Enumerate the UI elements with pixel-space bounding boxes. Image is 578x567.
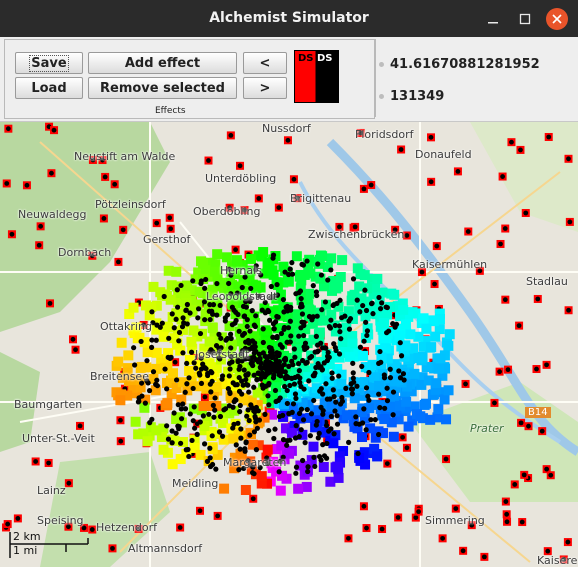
place-label-lainz: Lainz — [37, 484, 66, 497]
previous-label: < — [259, 55, 271, 71]
save-button[interactable]: Save — [15, 52, 83, 74]
effect-item-draw-shapes[interactable]: DS DS — [294, 50, 339, 103]
place-label-zwischenbruecken: Zwischenbrücken — [308, 228, 405, 241]
step-readout: 131349 — [376, 88, 576, 108]
app-window: Alchemist Simulator Save Load Add effect… — [0, 0, 578, 567]
toolbar: Save Load Add effect Remove selected < >… — [0, 37, 578, 122]
map-canvas[interactable] — [0, 122, 578, 567]
place-label-unter-st-veit: Unter-St.-Veit — [22, 432, 95, 445]
save-button-label: Save — [29, 54, 69, 72]
time-readout: 41.61670881281952 — [376, 56, 576, 76]
close-button[interactable] — [546, 8, 568, 30]
road-label-b14: B14 — [525, 407, 551, 418]
map-scale-bar: 2 km 1 mi — [8, 530, 96, 560]
place-label-speising: Speising — [37, 514, 84, 527]
place-label-margareten: Margareten — [223, 456, 287, 469]
place-label-neustift: Neustift am Walde — [74, 150, 176, 163]
controls-panel: Save Load Add effect Remove selected < >… — [4, 39, 375, 119]
place-label-breitensee: Breitensee — [90, 370, 149, 383]
map-view[interactable]: Nussdorf Floridsdorf Donaufeld Neustift … — [0, 122, 578, 567]
place-label-kaisermuehlen: Kaisermühlen — [412, 258, 488, 271]
load-button[interactable]: Load — [15, 77, 83, 99]
remove-selected-button[interactable]: Remove selected — [88, 77, 237, 99]
place-label-donaufeld: Donaufeld — [415, 148, 472, 161]
place-label-ottakring: Ottakring — [100, 320, 152, 333]
place-label-stadlau: Stadlau — [526, 275, 568, 288]
place-label-dornbach: Dornbach — [58, 246, 112, 259]
place-label-oberdoebling: Oberdöbling — [193, 205, 261, 218]
previous-effect-button[interactable]: < — [243, 52, 287, 74]
place-label-hernals: Hernals — [220, 264, 262, 277]
maximize-icon — [519, 13, 531, 25]
place-label-simmering: Simmering — [425, 514, 485, 527]
status-panel: 41.61670881281952 131349 — [375, 39, 577, 117]
place-label-hetzendorf: Hetzendorf — [96, 521, 157, 534]
close-icon — [552, 14, 562, 24]
maximize-button[interactable] — [514, 8, 536, 30]
place-label-altmannsdorf: Altmannsdorf — [128, 542, 203, 555]
place-label-nussdorf: Nussdorf — [262, 122, 311, 135]
place-label-poetzleinsdorf: Pötzleinsdorf — [95, 198, 166, 211]
step-bullet-icon — [379, 94, 384, 99]
place-label-meidling: Meidling — [172, 477, 219, 490]
next-effect-button[interactable]: > — [243, 77, 287, 99]
title-bar[interactable]: Alchemist Simulator — [0, 0, 578, 37]
ds-left-label: DS — [298, 53, 314, 64]
place-label-unterdoebling: Unterdöbling — [205, 172, 277, 185]
minimize-button[interactable] — [482, 8, 504, 30]
place-label-gersthof: Gersthof — [143, 233, 191, 246]
time-value: 41.61670881281952 — [390, 57, 540, 72]
place-label-kaisere: Kaisere — [537, 554, 578, 567]
load-button-label: Load — [31, 80, 67, 96]
remove-selected-label: Remove selected — [100, 80, 225, 96]
place-label-neuwaldegg: Neuwaldegg — [18, 208, 87, 221]
step-value: 131349 — [390, 89, 445, 104]
place-label-prater: Prater — [470, 422, 504, 435]
add-effect-label: Add effect — [124, 55, 201, 71]
add-effect-button[interactable]: Add effect — [88, 52, 237, 74]
ds-right-label: DS — [317, 53, 333, 64]
place-label-leopoldstadt: Leopoldstadt — [206, 290, 278, 303]
next-label: > — [259, 80, 271, 96]
scale-bar-icon — [9, 532, 89, 558]
minimize-icon — [488, 22, 498, 24]
place-label-josefstadt: Josefstadt — [195, 348, 250, 361]
place-label-brigittenau: Brigittenau — [290, 192, 352, 205]
place-label-floridsdorf: Floridsdorf — [355, 128, 414, 141]
place-label-baumgarten: Baumgarten — [14, 398, 83, 411]
time-bullet-icon — [379, 62, 384, 67]
effects-label: Effects — [155, 106, 186, 116]
